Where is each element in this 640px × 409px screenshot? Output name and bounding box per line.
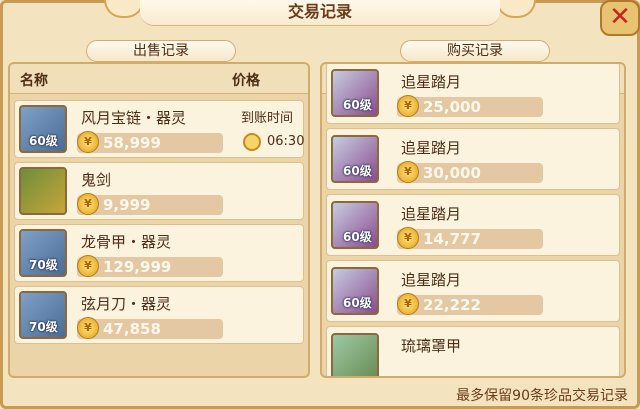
sell-column-header: 名称 价格 bbox=[10, 64, 308, 94]
item-price: 58,999 bbox=[103, 134, 161, 152]
item-name: 琉璃罩甲 bbox=[401, 337, 462, 355]
item-price: 30,000 bbox=[423, 164, 481, 182]
list-item[interactable]: 70级 龙骨甲・器灵 ¥ 129,999 bbox=[14, 224, 304, 282]
item-price: 25,000 bbox=[423, 98, 481, 116]
item-boots-icon: 60级 bbox=[331, 135, 379, 183]
item-name: 追星踏月 bbox=[401, 139, 462, 157]
tab-sell-records[interactable]: 出售记录 bbox=[86, 40, 236, 62]
coin-icon: ¥ bbox=[77, 131, 99, 153]
list-item[interactable]: 60级 追星踏月 ¥ 14,777 bbox=[326, 194, 620, 256]
item-chain-icon: 60级 bbox=[19, 105, 67, 153]
item-price: 9,999 bbox=[103, 196, 151, 214]
arrive-time-label: 到账时间 bbox=[240, 111, 293, 126]
item-boots-icon: 60级 bbox=[331, 69, 379, 117]
col-price-label: 价格 bbox=[232, 73, 260, 89]
item-name: 风月宝链・器灵 bbox=[81, 109, 187, 127]
title-bar: 交易记录 bbox=[140, 0, 500, 26]
item-name: 追星踏月 bbox=[401, 271, 462, 289]
item-armor-icon: 70级 bbox=[19, 229, 67, 277]
list-item[interactable]: 60级 追星踏月 ¥ 25,000 bbox=[326, 64, 620, 124]
coin-icon: ¥ bbox=[397, 161, 419, 183]
list-item[interactable]: 60级 追星踏月 ¥ 22,222 bbox=[326, 260, 620, 322]
item-name: 追星踏月 bbox=[401, 205, 462, 223]
list-item[interactable]: 60级 风月宝链・器灵 到账时间 ¥ 58,999 06:30 bbox=[14, 100, 304, 158]
tab-buy-records[interactable]: 购买记录 bbox=[400, 40, 550, 62]
item-name: 追星踏月 bbox=[401, 73, 462, 91]
coin-icon: ¥ bbox=[77, 255, 99, 277]
footer-note: 最多保留90条珍品交易记录 bbox=[456, 388, 628, 404]
clock-icon bbox=[243, 133, 261, 151]
item-name: 弦月刀・器灵 bbox=[81, 295, 172, 313]
item-boots-icon: 60级 bbox=[331, 267, 379, 315]
close-icon: ✕ bbox=[609, 2, 631, 32]
list-item[interactable]: 鬼剑 ¥ 9,999 bbox=[14, 162, 304, 220]
item-sword-icon bbox=[19, 167, 67, 215]
coin-icon: ¥ bbox=[77, 317, 99, 339]
item-name: 龙骨甲・器灵 bbox=[81, 233, 172, 251]
item-price: 22,222 bbox=[423, 296, 481, 314]
item-price: 47,858 bbox=[103, 320, 161, 338]
item-price: 14,777 bbox=[423, 230, 481, 248]
coin-icon: ¥ bbox=[397, 227, 419, 249]
item-price: 129,999 bbox=[103, 258, 172, 276]
buy-list[interactable]: 60级 追星踏月 ¥ 25,000 60级 追星踏月 ¥ 30,000 60级 … bbox=[322, 64, 624, 376]
sell-records-panel: 名称 价格 60级 风月宝链・器灵 到账时间 ¥ 58,999 06:30 鬼剑… bbox=[8, 62, 310, 378]
buy-records-panel: 名称 花费 60级 追星踏月 ¥ 25,000 60级 追星踏月 ¥ 30,00… bbox=[320, 62, 626, 378]
list-item[interactable]: 琉璃罩甲 bbox=[326, 326, 620, 376]
list-item[interactable]: 60级 追星踏月 ¥ 30,000 bbox=[326, 128, 620, 190]
coin-icon: ¥ bbox=[397, 293, 419, 315]
item-armor-icon bbox=[331, 333, 379, 376]
close-button[interactable]: ✕ bbox=[600, 0, 640, 36]
coin-icon: ¥ bbox=[397, 95, 419, 117]
coin-icon: ¥ bbox=[77, 193, 99, 215]
list-item[interactable]: 70级 弦月刀・器灵 ¥ 47,858 bbox=[14, 286, 304, 344]
arrive-time: 06:30 bbox=[267, 134, 305, 149]
sell-list[interactable]: 60级 风月宝链・器灵 到账时间 ¥ 58,999 06:30 鬼剑 ¥ 9,9… bbox=[10, 96, 308, 348]
item-blade-icon: 70级 bbox=[19, 291, 67, 339]
item-boots-icon: 60级 bbox=[331, 201, 379, 249]
col-name-label: 名称 bbox=[20, 73, 48, 89]
dialog-title: 交易记录 bbox=[287, 2, 352, 21]
item-name: 鬼剑 bbox=[81, 171, 112, 189]
